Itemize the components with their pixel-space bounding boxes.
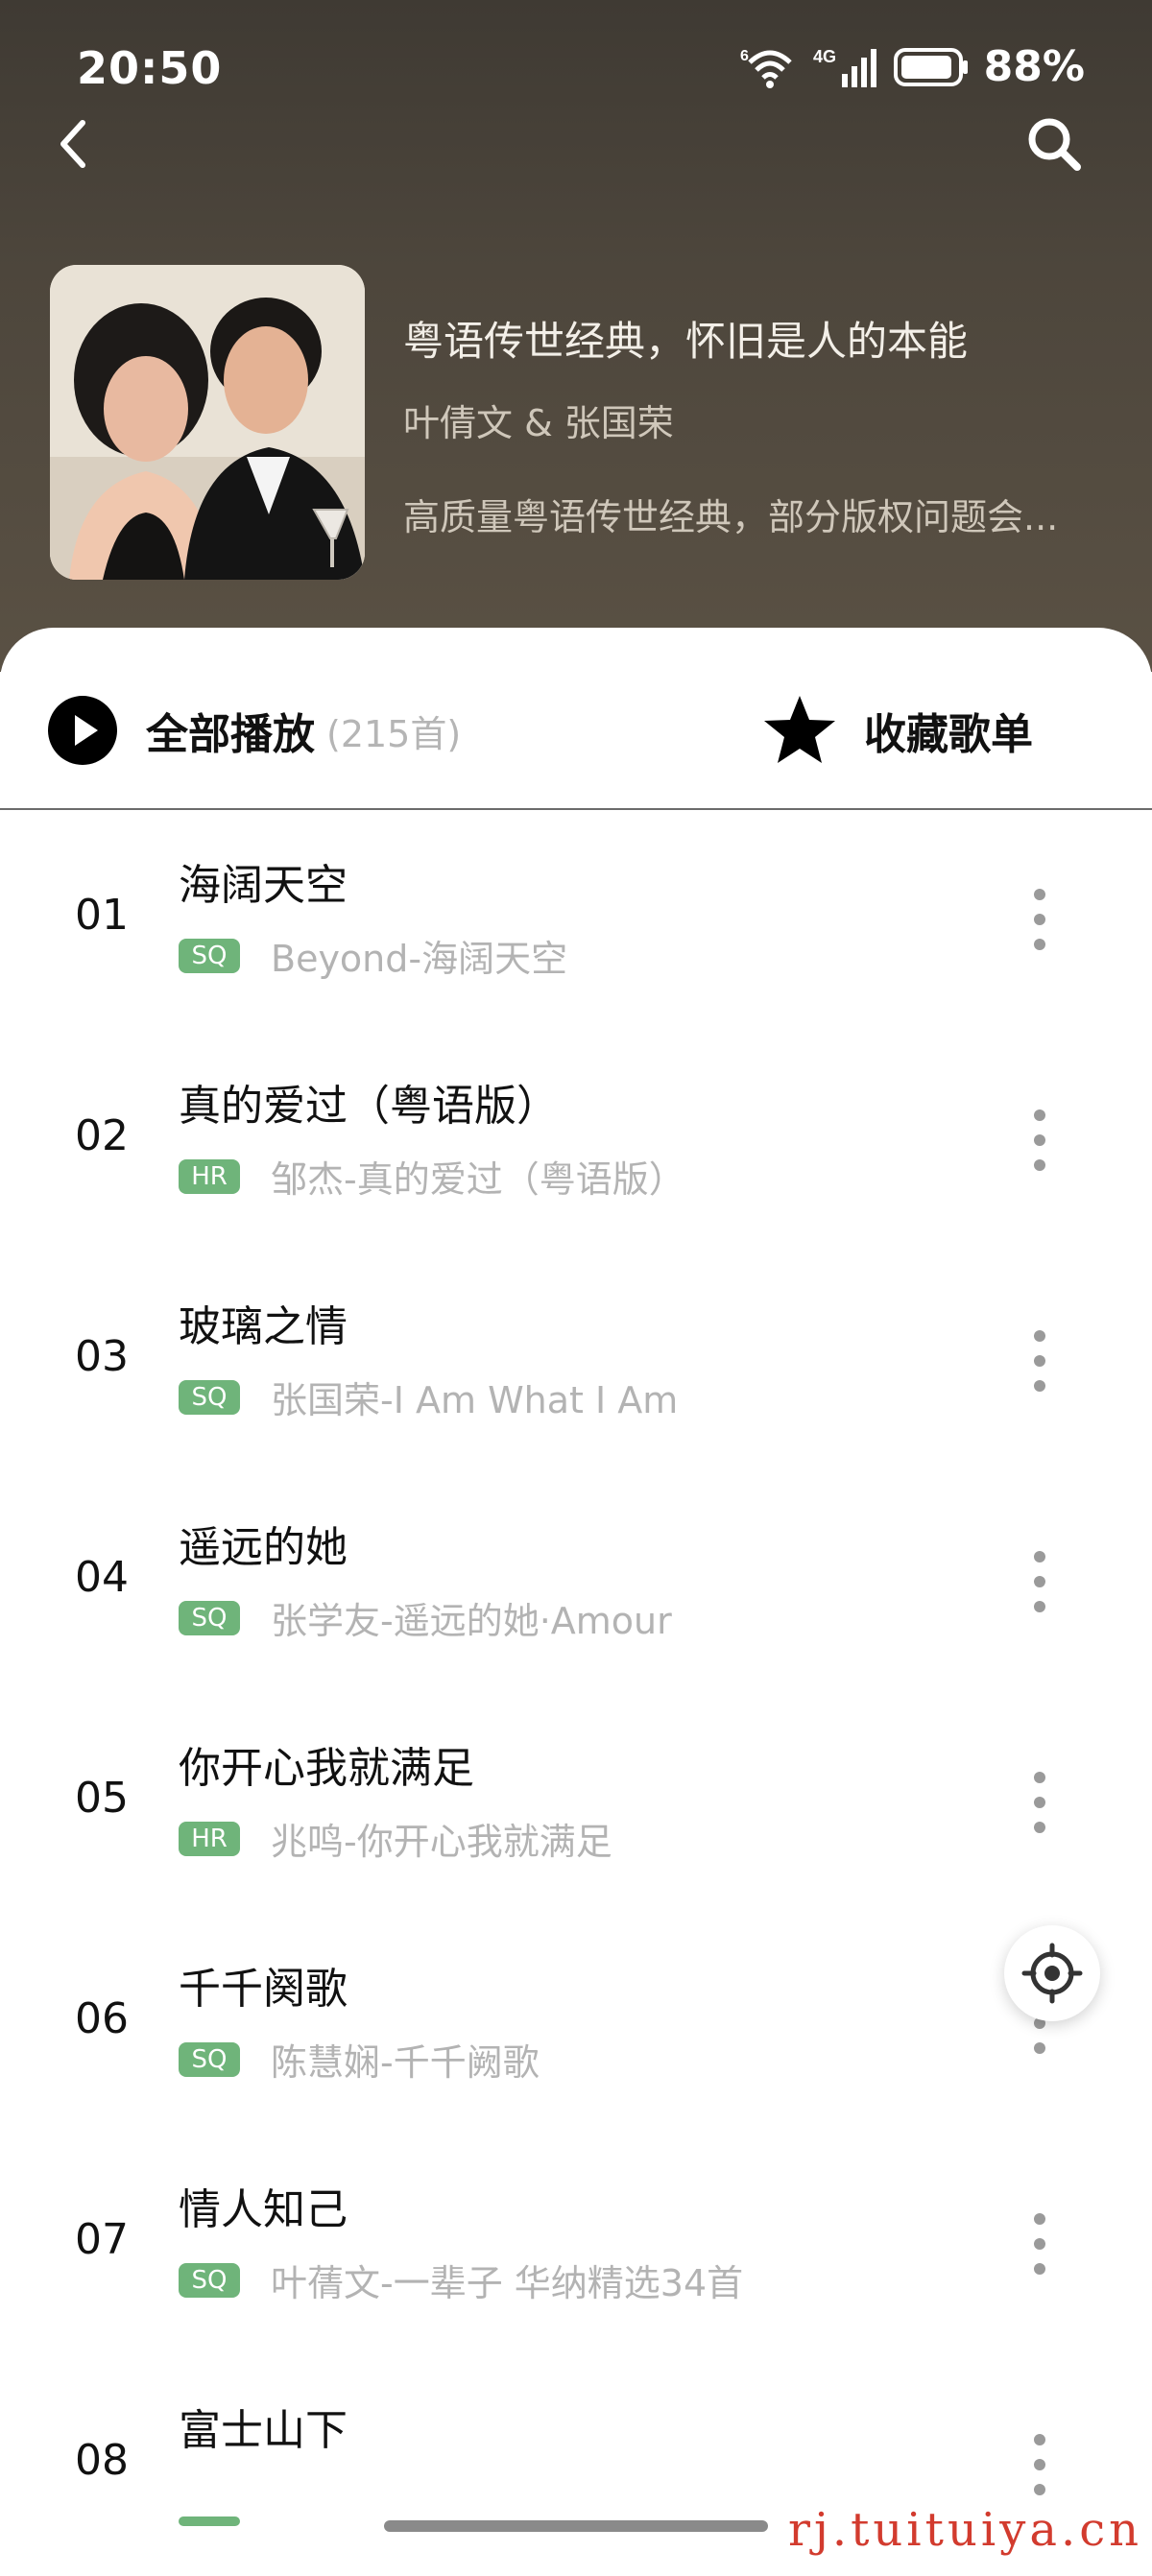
more-vertical-icon xyxy=(1034,1772,1045,1833)
more-vertical-icon xyxy=(1034,2434,1045,2495)
track-meta: SQ xyxy=(179,2474,271,2526)
track-number: 05 xyxy=(75,1774,129,1823)
track-number: 03 xyxy=(75,1332,129,1381)
track-number: 04 xyxy=(75,1553,129,1602)
cellular-signal-icon: 4G xyxy=(813,45,880,89)
locate-current-track-button[interactable] xyxy=(1004,1925,1100,2021)
more-vertical-icon xyxy=(1034,1330,1045,1392)
more-vertical-icon xyxy=(1034,2213,1045,2275)
track-row[interactable]: 02 真的爱过（粤语版） HR 邹杰-真的爱过（粤语版） xyxy=(0,1031,1152,1252)
more-vertical-icon xyxy=(1034,1551,1045,1612)
more-vertical-icon xyxy=(1034,889,1045,950)
track-sheet: 全部播放 (215首) 收藏歌单 01 海阔天空 SQ Beyond-海阔天空 xyxy=(0,628,1152,2557)
track-artist-album: 兆鸣-你开心我就满足 xyxy=(271,1821,612,1863)
battery-icon xyxy=(893,47,971,87)
watermark-text: rj.tuituiya.cn xyxy=(782,2503,1148,2557)
track-more-button[interactable] xyxy=(1025,881,1054,958)
favorite-playlist-button[interactable]: 收藏歌单 xyxy=(762,693,1033,768)
search-icon xyxy=(1028,118,1081,171)
track-title: 千千阕歌 xyxy=(179,1965,348,2014)
status-time: 20:50 xyxy=(77,42,223,94)
playlist-description[interactable]: 高质量粤语传世经典，部分版权问题会... xyxy=(403,488,1094,540)
track-artist-album: 张国荣-I Am What I Am xyxy=(271,1379,679,1421)
quality-badge: SQ xyxy=(179,2262,240,2298)
track-row[interactable]: 05 你开心我就满足 HR 兆鸣-你开心我就满足 xyxy=(0,1693,1152,1914)
track-more-button[interactable] xyxy=(1025,1764,1054,1841)
cover-image xyxy=(50,265,365,580)
playlist-title: 粤语传世经典，怀旧是人的本能 xyxy=(403,318,969,365)
track-artist-album: Beyond-海阔天空 xyxy=(271,938,568,980)
track-number: 01 xyxy=(75,891,129,940)
status-indicators: 6 4G 88% xyxy=(740,42,1085,91)
track-meta: HR 兆鸣-你开心我就满足 xyxy=(179,1812,612,1865)
quality-badge: HR xyxy=(179,1821,240,1856)
network-type: 4G xyxy=(813,47,836,66)
track-more-button[interactable] xyxy=(1025,1543,1054,1620)
track-meta: SQ 张国荣-I Am What I Am xyxy=(179,1371,678,1423)
quality-badge: SQ xyxy=(179,1600,240,1635)
track-title: 富士山下 xyxy=(179,2406,348,2455)
status-bar: 20:50 6 4G 88% xyxy=(0,0,1152,125)
battery-level: 88% xyxy=(983,42,1085,91)
quality-badge: SQ xyxy=(179,938,240,973)
action-bar: 全部播放 (215首) 收藏歌单 xyxy=(0,628,1152,810)
track-title: 海阔天空 xyxy=(179,861,348,910)
track-count: (215首) xyxy=(326,712,462,755)
track-artist-album: 陈慧娴-千千阙歌 xyxy=(271,2041,540,2084)
track-row[interactable]: 04 遥远的她 SQ 张学友-遥远的她·Amour xyxy=(0,1472,1152,1693)
crosshair-icon xyxy=(1021,1943,1083,2004)
track-number: 02 xyxy=(75,1111,129,1160)
track-number: 07 xyxy=(75,2215,129,2264)
track-row[interactable]: 03 玻璃之情 SQ 张国荣-I Am What I Am xyxy=(0,1252,1152,1472)
track-more-button[interactable] xyxy=(1025,1102,1054,1179)
track-more-button[interactable] xyxy=(1025,2206,1054,2282)
track-artist-album: 叶蒨文-一辈子 华纳精选34首 xyxy=(271,2262,744,2304)
track-title: 你开心我就满足 xyxy=(179,1744,474,1793)
play-all-button[interactable]: 全部播放 (215首) xyxy=(48,695,461,766)
track-meta: SQ 叶蒨文-一辈子 华纳精选34首 xyxy=(179,2254,743,2306)
favorite-label: 收藏歌单 xyxy=(864,710,1033,759)
track-row[interactable]: 01 海阔天空 SQ Beyond-海阔天空 xyxy=(0,810,1152,1031)
track-more-button[interactable] xyxy=(1025,2426,1054,2503)
track-list: 01 海阔天空 SQ Beyond-海阔天空 02 真的爱过（粤语版） HR 邹… xyxy=(0,810,1152,2576)
more-vertical-icon xyxy=(1034,1109,1045,1171)
track-number: 08 xyxy=(75,2436,129,2485)
chevron-left-icon xyxy=(60,120,85,168)
track-row[interactable]: 06 千千阕歌 SQ 陈慧娴-千千阙歌 xyxy=(0,1914,1152,2135)
track-title: 真的爱过（粤语版） xyxy=(179,1082,559,1131)
back-button[interactable] xyxy=(48,115,106,173)
track-more-button[interactable] xyxy=(1025,1323,1054,1399)
wifi-badge: 6 xyxy=(740,48,749,64)
track-meta: HR 邹杰-真的爱过（粤语版） xyxy=(179,1150,685,1203)
quality-badge: SQ xyxy=(179,2041,240,2077)
track-row[interactable]: 07 情人知己 SQ 叶蒨文-一辈子 华纳精选34首 xyxy=(0,2135,1152,2355)
home-indicator[interactable] xyxy=(384,2520,768,2532)
quality-badge: SQ xyxy=(179,1379,240,1415)
quality-badge: SQ xyxy=(179,2516,240,2526)
track-meta: SQ 陈慧娴-千千阙歌 xyxy=(179,2033,540,2086)
playlist-cover[interactable] xyxy=(50,265,365,580)
track-number: 06 xyxy=(75,1994,129,2043)
track-meta: SQ Beyond-海阔天空 xyxy=(179,929,567,982)
track-title: 情人知己 xyxy=(179,2185,348,2234)
star-icon xyxy=(764,696,835,763)
playlist-header: 20:50 6 4G 88% 粤语传世经典，怀旧是人的本能 叶倩文 & 张国荣 … xyxy=(0,0,1152,672)
track-title: 玻璃之情 xyxy=(179,1302,348,1351)
play-all-label: 全部播放 xyxy=(146,710,315,759)
track-title: 遥远的她 xyxy=(179,1523,348,1572)
play-circle-icon xyxy=(48,696,117,765)
quality-badge: HR xyxy=(179,1158,240,1194)
playlist-artist[interactable]: 叶倩文 & 张国荣 xyxy=(403,394,674,446)
track-artist-album: 张学友-遥远的她·Amour xyxy=(271,1600,672,1642)
track-meta: SQ 张学友-遥远的她·Amour xyxy=(179,1591,672,1644)
wifi-icon: 6 xyxy=(740,45,800,89)
track-artist-album: 邹杰-真的爱过（粤语版） xyxy=(271,1158,685,1201)
search-button[interactable] xyxy=(1023,113,1085,175)
